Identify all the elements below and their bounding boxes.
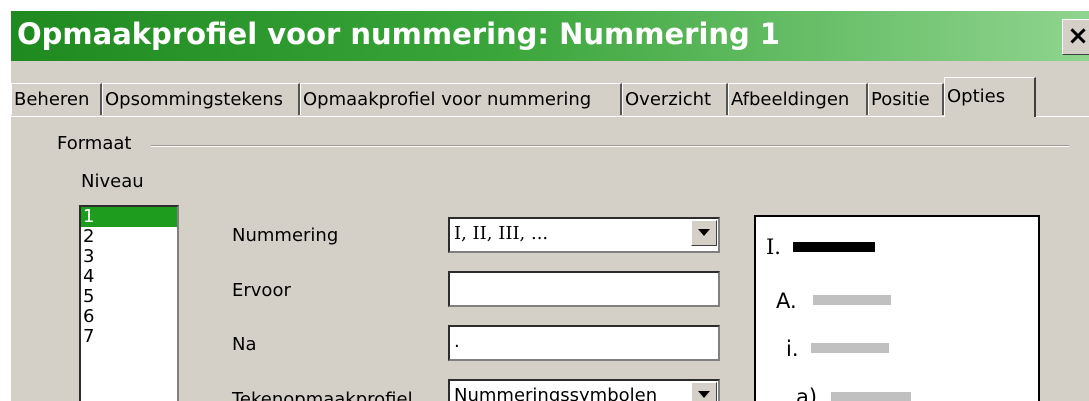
after-label: Na <box>232 334 257 355</box>
tab-positie[interactable]: Positie <box>868 83 944 115</box>
level-listbox[interactable]: 1 2 3 4 5 6 7 <box>79 205 179 401</box>
close-icon: × <box>1067 21 1089 51</box>
preview-level-3-bar <box>811 343 889 353</box>
chevron-down-icon <box>698 229 710 236</box>
format-group-label: Formaat <box>57 133 132 154</box>
level-item-3[interactable]: 3 <box>81 247 177 267</box>
preview-level-1-bar <box>793 242 875 252</box>
char-style-label: Tekenopmaakprofiel <box>232 389 413 401</box>
char-style-dropdown-button[interactable] <box>691 382 717 401</box>
chevron-down-icon <box>698 391 710 398</box>
before-input[interactable] <box>448 271 720 307</box>
options-panel: Formaat Niveau 1 2 3 4 5 6 7 Nummering I… <box>11 117 1089 401</box>
preview-level-3-prefix: i. <box>786 337 799 361</box>
title-bar: Opmaakprofiel voor nummering: Nummering … <box>11 11 1089 61</box>
tab-opties[interactable]: Opties <box>944 77 1036 117</box>
after-value: . <box>454 331 460 352</box>
tab-opsommingstekens[interactable]: Opsommingstekens <box>102 83 300 115</box>
tab-beheren[interactable]: Beheren <box>11 83 102 115</box>
level-item-1[interactable]: 1 <box>81 207 177 227</box>
dialog-title: Opmaakprofiel voor nummering: Nummering … <box>17 17 781 51</box>
char-style-value: Nummeringssymbolen <box>454 385 658 401</box>
before-label: Ervoor <box>232 280 291 301</box>
level-item-5[interactable]: 5 <box>81 287 177 307</box>
preview-level-1-prefix: I. <box>766 235 781 259</box>
char-style-select[interactable]: Nummeringssymbolen <box>448 379 720 401</box>
tab-afbeeldingen[interactable]: Afbeeldingen <box>728 83 868 115</box>
level-item-2[interactable]: 2 <box>81 227 177 247</box>
after-input[interactable]: . <box>448 325 720 361</box>
numbering-select[interactable]: I, II, III, ... <box>448 217 720 253</box>
level-label: Niveau <box>81 171 144 192</box>
dialog-window: Opmaakprofiel voor nummering: Nummering … <box>11 11 1089 401</box>
tab-overzicht[interactable]: Overzicht <box>622 83 728 115</box>
level-item-4[interactable]: 4 <box>81 267 177 287</box>
preview-level-4-bar <box>831 392 911 401</box>
close-button[interactable]: × <box>1062 19 1089 55</box>
level-item-7[interactable]: 7 <box>81 327 177 347</box>
tab-opmaakprofiel-voor-nummering[interactable]: Opmaakprofiel voor nummering <box>300 83 622 115</box>
numbering-value: I, II, III, ... <box>454 223 549 244</box>
numbering-dropdown-button[interactable] <box>691 220 717 246</box>
numbering-preview: I. A. i. a) <box>754 215 1040 401</box>
preview-level-2-bar <box>813 295 891 305</box>
preview-level-4-prefix: a) <box>796 385 818 401</box>
format-group-separator <box>151 145 1069 147</box>
level-item-6[interactable]: 6 <box>81 307 177 327</box>
preview-level-2-prefix: A. <box>776 289 797 313</box>
numbering-label: Nummering <box>232 225 339 246</box>
